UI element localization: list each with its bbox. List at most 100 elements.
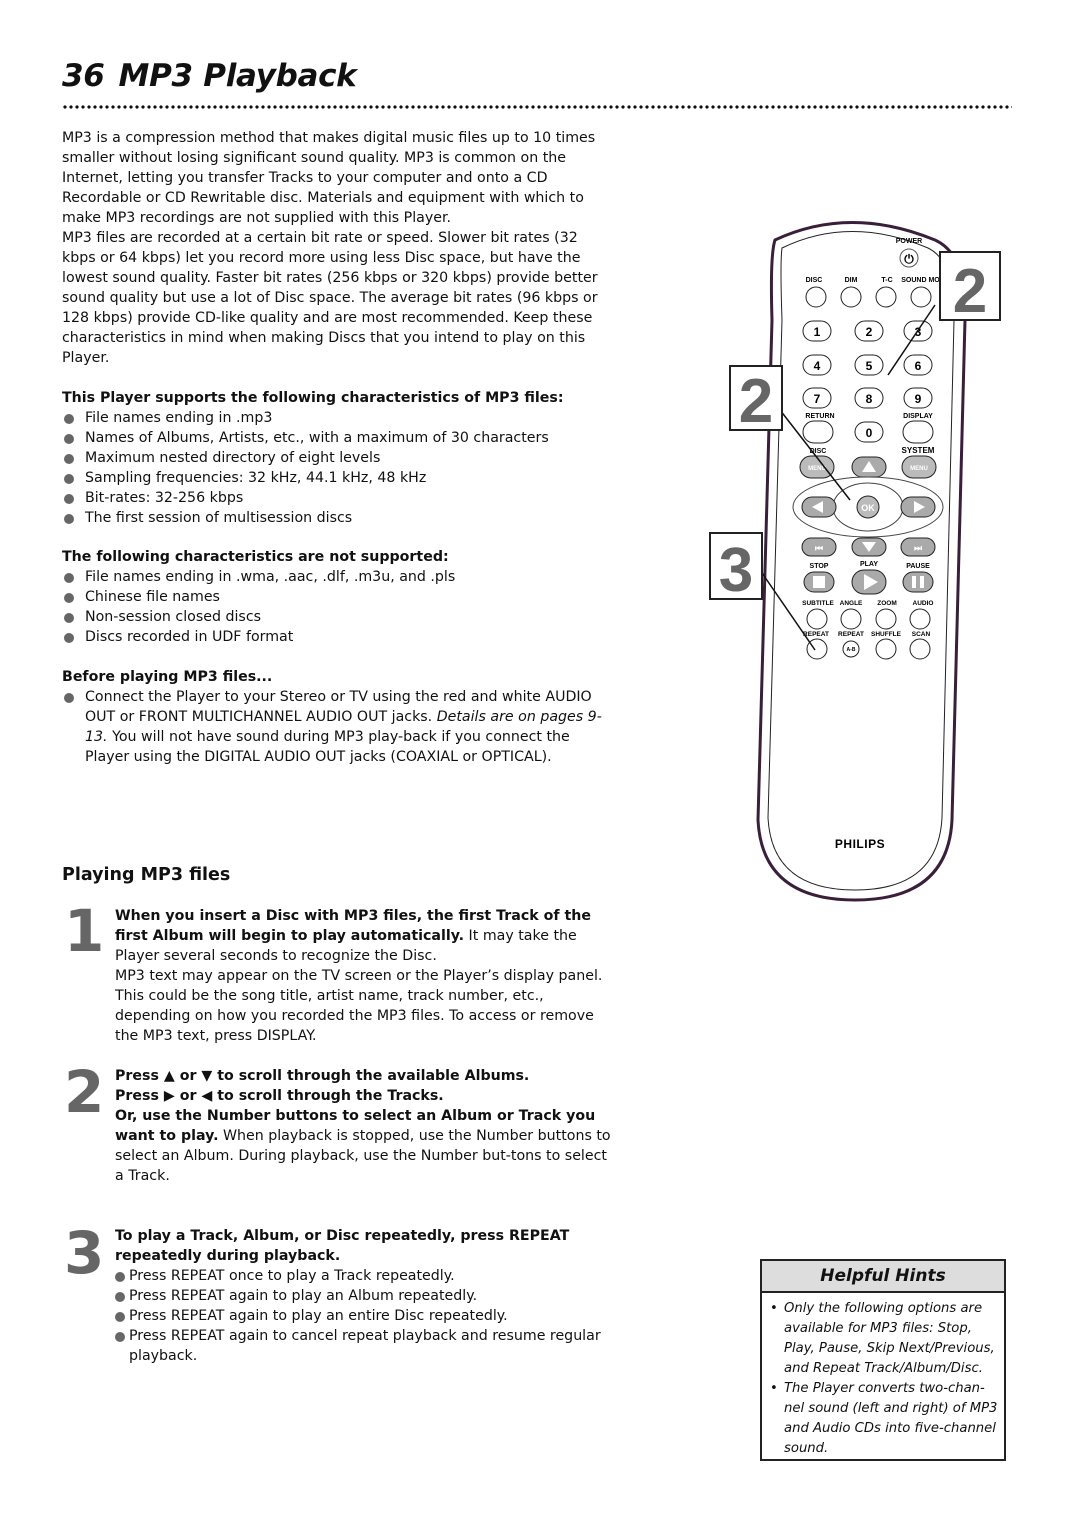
audio-button: [909, 608, 931, 630]
disc-button: [805, 286, 827, 308]
angle-button: [840, 608, 862, 630]
subtitle-label: SUBTITLE: [802, 600, 834, 607]
list-item: The Player converts two-chan-nel sound (…: [770, 1379, 1000, 1459]
before-list: Connect the Player to your Stereo or TV …: [62, 687, 610, 767]
dim-label: DIM: [845, 277, 858, 284]
repeat-ab-label: REPEAT: [838, 631, 864, 638]
digit-0-label: 0: [866, 426, 873, 440]
helpful-hints-title: Helpful Hints: [762, 1261, 1004, 1293]
philips-logo: PHILIPS: [835, 837, 885, 851]
callout-number-top: 2: [953, 257, 987, 326]
display-label: DISPLAY: [903, 413, 933, 420]
list-item: Non-session closed discs: [62, 607, 610, 627]
power-label: POWER: [896, 238, 922, 245]
before-heading: Before playing MP3 files...: [62, 669, 273, 685]
scan-label: SCAN: [912, 631, 931, 638]
list-item: Connect the Player to your Stereo or TV …: [62, 687, 610, 767]
intro-paragraph-1: MP3 is a compression method that makes d…: [62, 130, 596, 226]
pause-icon: [912, 576, 916, 588]
digit-7-label: 7: [814, 392, 821, 406]
zoom-label: ZOOM: [877, 600, 897, 607]
digit-4-label: 4: [814, 359, 821, 373]
page-title-text: MP3 Playback: [118, 58, 357, 94]
pause-label: PAUSE: [906, 563, 930, 570]
digit-6-label: 6: [915, 359, 922, 373]
system-menu-text: MENU: [910, 466, 928, 472]
list-item: Chinese file names: [62, 587, 610, 607]
unsupported-section: The following characteristics are not su…: [62, 547, 610, 647]
helpful-hints-list: Only the following options are available…: [762, 1299, 1004, 1459]
supported-section: This Player supports the following chara…: [62, 388, 610, 528]
digit-9-label: 9: [915, 392, 922, 406]
step-1-extra: MP3 text may appear on the TV screen or …: [115, 968, 603, 1044]
list-item: Sampling frequencies: 32 kHz, 44.1 kHz, …: [62, 468, 610, 488]
dotted-divider: [62, 104, 1012, 110]
zoom-button: [875, 608, 897, 630]
list-item: File names ending in .mp3: [62, 408, 610, 428]
play-label: PLAY: [860, 561, 878, 568]
audio-label: AUDIO: [913, 600, 934, 607]
before-section: Before playing MP3 files... Connect the …: [62, 667, 610, 767]
sound-mode-label: SOUND MOD: [901, 277, 945, 284]
step-1: When you insert a Disc with MP3 files, t…: [115, 906, 613, 1046]
ab-label: A-B: [847, 647, 856, 653]
return-button: [802, 420, 834, 444]
playing-heading: Playing MP3 files: [62, 865, 231, 885]
step-3-list: Press REPEAT once to play a Track repeat…: [115, 1266, 613, 1366]
display-button: [902, 420, 934, 444]
callout-number-bottom: 3: [719, 536, 753, 605]
repeat-label: REPEAT: [803, 631, 829, 638]
pause-button: [902, 571, 934, 593]
ok-label: OK: [861, 503, 875, 513]
digit-5-label: 5: [866, 359, 873, 373]
list-item: Press REPEAT again to play an Album repe…: [115, 1286, 613, 1306]
page-title: 36 MP3 Playback: [62, 58, 357, 94]
digit-1-label: 1: [814, 325, 821, 339]
remote-control-illustration: POWER ⏻ DISC DIM T-C SOUND MOD 1 2 3 4 5…: [709, 221, 1001, 902]
step-3: To play a Track, Album, or Disc repeated…: [115, 1226, 613, 1366]
skip-previous-icon: ⏮: [815, 543, 823, 553]
intro-paragraph-2: MP3 files are recorded at a certain bit …: [62, 230, 598, 366]
step-2: Press ▲ or ▼ to scroll through the avail…: [115, 1066, 613, 1186]
list-item: Discs recorded in UDF format: [62, 627, 610, 647]
list-item: Press REPEAT again to play an entire Dis…: [115, 1306, 613, 1326]
list-item: Maximum nested directory of eight levels: [62, 448, 610, 468]
dim-button: [840, 286, 862, 308]
callout-number-mid: 2: [739, 367, 773, 436]
step-2-bold-2: Press ▶ or ◀ to scroll through the Track…: [115, 1088, 444, 1104]
supported-heading: This Player supports the following chara…: [62, 390, 564, 406]
step-number-1: 1: [64, 897, 105, 965]
power-icon: ⏻: [904, 252, 914, 266]
digit-2-label: 2: [866, 325, 873, 339]
tc-label: T-C: [881, 277, 892, 284]
page-number: 36: [62, 58, 105, 94]
step-2-bold-1: Press ▲ or ▼ to scroll through the avail…: [115, 1068, 530, 1084]
unsupported-list: File names ending in .wma, .aac, .dlf, .…: [62, 567, 610, 647]
shuffle-label: SHUFFLE: [871, 631, 902, 638]
supported-list: File names ending in .mp3 Names of Album…: [62, 408, 610, 528]
subtitle-button: [806, 608, 828, 630]
tc-button: [875, 286, 897, 308]
unsupported-heading: The following characteristics are not su…: [62, 549, 449, 565]
return-label: RETURN: [805, 413, 834, 420]
list-item: Only the following options are available…: [770, 1299, 1000, 1379]
shuffle-button: [875, 638, 897, 660]
angle-label: ANGLE: [840, 600, 863, 607]
disc-label: DISC: [806, 277, 823, 284]
sound-mode-button: [910, 286, 932, 308]
list-item: Bit-rates: 32-256 kbps: [62, 488, 610, 508]
step-number-3: 3: [64, 1219, 105, 1287]
list-item: The first session of multisession discs: [62, 508, 610, 528]
list-item: Press REPEAT again to cancel repeat play…: [115, 1326, 613, 1366]
list-item: File names ending in .wma, .aac, .dlf, .…: [62, 567, 610, 587]
digit-8-label: 8: [866, 392, 873, 406]
list-item: Names of Albums, Artists, etc., with a m…: [62, 428, 610, 448]
disc-menu-text: MENU: [808, 466, 826, 472]
before-text-b: You will not have sound during MP3 play-…: [85, 729, 570, 765]
skip-next-icon: ⏭: [914, 543, 923, 553]
stop-icon: [813, 576, 825, 588]
scan-button: [909, 638, 931, 660]
helpful-hints-box: Helpful Hints Only the following options…: [760, 1259, 1006, 1461]
step-number-2: 2: [64, 1058, 105, 1126]
system-label: SYSTEM: [902, 446, 935, 455]
